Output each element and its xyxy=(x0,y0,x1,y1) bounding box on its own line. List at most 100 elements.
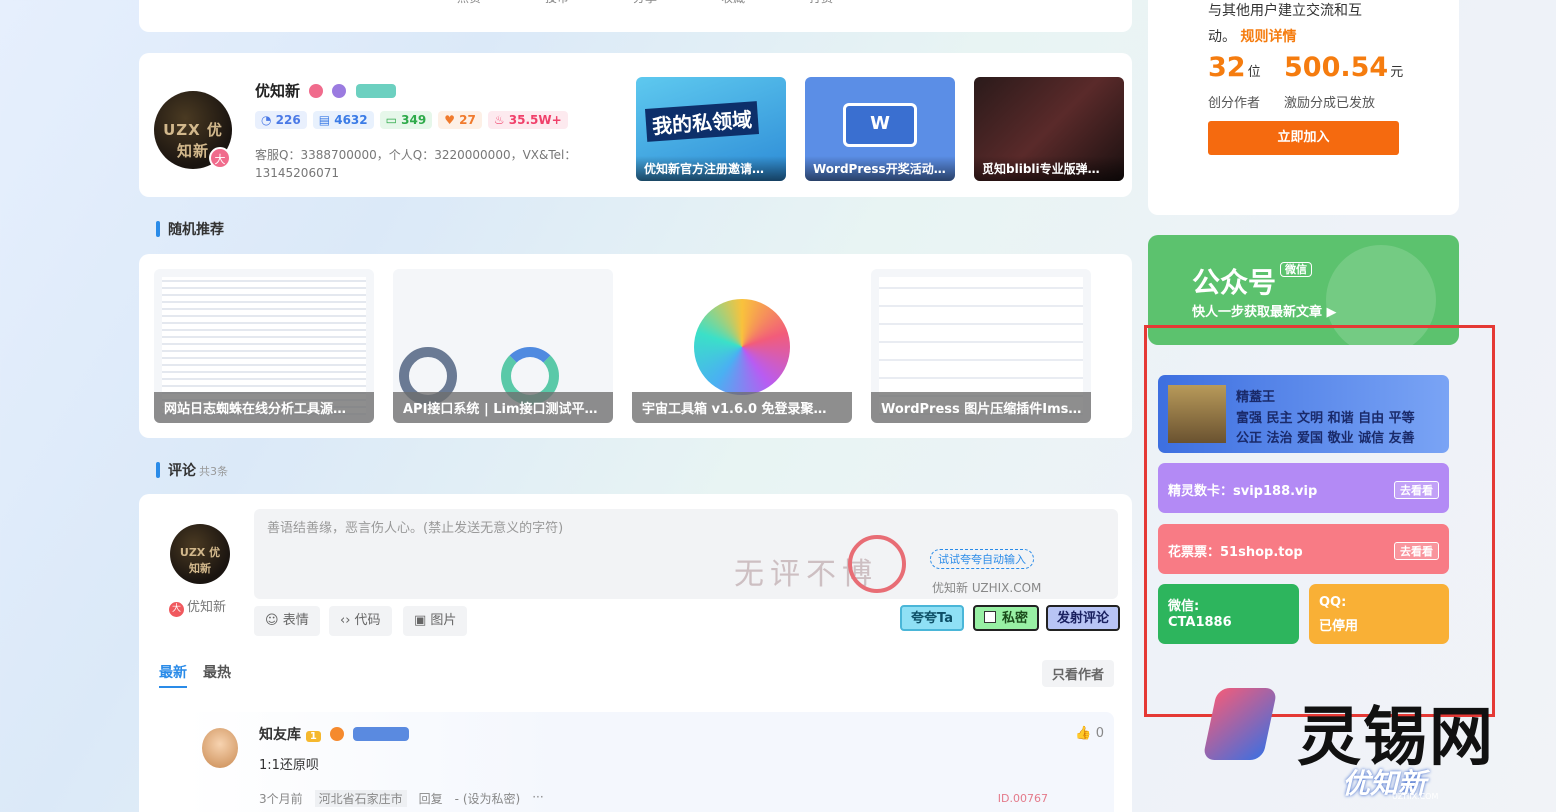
wechat-title: 公众号 微信 xyxy=(1192,261,1313,301)
post-headline: 我的私领域 xyxy=(644,101,760,142)
random-item-title: 网站日志蜘蛛在线分析工具源… xyxy=(154,392,374,423)
random-section-title: 随机推荐 xyxy=(156,219,224,239)
image-button[interactable]: ▣ 图片 xyxy=(403,606,468,636)
code-button[interactable]: ‹› 代码 xyxy=(329,606,392,636)
praise-button[interactable]: 夸夸Ta xyxy=(900,605,964,631)
site-watermark: 优知新 UZHIX.COM xyxy=(932,581,1042,595)
comments-count: 共3条 xyxy=(199,465,228,478)
like-button[interactable]: 点赞 xyxy=(457,0,481,6)
brand-logo-icon xyxy=(1202,688,1278,760)
stat-value: 27 xyxy=(459,113,476,127)
comment-time: 3个月前 xyxy=(259,792,303,806)
top-action-card: 点赞 投币 分享 收藏 打赏 xyxy=(139,0,1132,32)
comment-card: UZX 优知新 大优知新 善语结善缘，恶言伤人心。(禁止发送无意义的字符) 无评… xyxy=(139,494,1132,812)
random-item-title: 宇宙工具箱 v1.6.0 免登录聚… xyxy=(632,392,852,423)
comment-user[interactable]: 知友库 1 xyxy=(259,724,409,744)
author-post-3[interactable]: 觅知blibli专业版弹… xyxy=(974,77,1124,181)
commenter-name: 大优知新 xyxy=(169,596,226,617)
highlight-frame xyxy=(1144,325,1495,717)
medal-icon xyxy=(329,727,344,741)
post-title: WordPress开奖活动… xyxy=(805,156,955,181)
share-button[interactable]: 分享 xyxy=(633,0,657,6)
author-card: UZX 优知新 大 优知新 ◔ 226 ▤ 4632 ▭ 349 ♥ 27 ♨ … xyxy=(139,53,1132,197)
author-post-1[interactable]: 我的私领域 优知新官方注册邀请… xyxy=(636,77,786,181)
title-badge-icon xyxy=(352,727,409,741)
checkbox-icon xyxy=(984,611,996,623)
join-button[interactable]: 立即加入 xyxy=(1208,121,1399,155)
emoji-button[interactable]: ☺ 表情 xyxy=(254,606,320,636)
stat-value: 349 xyxy=(401,113,427,127)
random-item-title: WordPress 图片压缩插件Ims… xyxy=(871,392,1091,423)
random-item-3[interactable]: 宇宙工具箱 v1.6.0 免登录聚… xyxy=(632,269,852,423)
only-author-button[interactable]: 只看作者 xyxy=(1042,660,1115,687)
reply-button[interactable]: 回复 xyxy=(419,790,443,807)
authors-count-value: 32 xyxy=(1208,52,1246,83)
comment-tabs: 最新 最热 xyxy=(159,662,231,688)
commenter-avatar: UZX 优知新 xyxy=(170,524,230,584)
commenter-name-text: 优知新 xyxy=(187,600,227,615)
wechat-tag: 微信 xyxy=(1280,262,1313,277)
comment-input[interactable]: 善语结善缘，恶言伤人心。(禁止发送无意义的字符) 无评不博 试试夸夸自动输入 优… xyxy=(254,509,1118,599)
author-name[interactable]: 优知新 xyxy=(255,80,396,101)
app-logo-icon xyxy=(694,299,790,395)
favorite-button[interactable]: 收藏 xyxy=(721,0,745,6)
brand-url: UZHIX.COM xyxy=(1392,792,1439,801)
reward-value: 500.54 xyxy=(1284,52,1389,83)
comment-user-avatar[interactable] xyxy=(202,728,238,768)
comment-user-name: 知友库 xyxy=(259,727,301,743)
rules-link[interactable]: 规则详情 xyxy=(1240,29,1296,45)
tip-button[interactable]: 打赏 xyxy=(809,0,833,6)
author-name-text: 优知新 xyxy=(255,82,301,100)
like-button[interactable]: 👍 0 xyxy=(1075,726,1104,741)
submit-comment-button[interactable]: 发射评论 xyxy=(1046,605,1121,631)
wechat-subtitle: 快人一步获取最新文章 ▶ xyxy=(1192,305,1337,320)
tab-latest[interactable]: 最新 xyxy=(159,662,187,688)
code-label: 代码 xyxy=(354,613,381,628)
level-badge: 大 xyxy=(209,147,231,169)
comments-title-text: 评论 xyxy=(168,463,196,479)
stat-hot[interactable]: ♨ 35.5W+ xyxy=(487,111,568,129)
more-icon[interactable]: ··· xyxy=(532,790,543,807)
comment-item: 知友库 1 1:1还原呗 3个月前 河北省石家庄市 回复 - (设为私密) ··… xyxy=(184,712,1114,812)
stat-value: 226 xyxy=(275,113,301,127)
reward-amount: 500.54 元 xyxy=(1284,52,1403,83)
set-private-button[interactable]: - (设为私密) xyxy=(455,790,521,807)
title-badge-icon xyxy=(355,84,396,98)
private-toggle[interactable]: 私密 xyxy=(973,605,1040,631)
emoji-label: 表情 xyxy=(282,613,309,628)
medal-icon xyxy=(332,84,347,98)
comments-section-title: 评论 共3条 xyxy=(156,460,228,480)
reward-label: 激励分成已发放 xyxy=(1284,96,1376,111)
wordpress-logo-icon: W xyxy=(843,103,917,147)
comment-placeholder: 善语结善缘，恶言伤人心。(禁止发送无意义的字符) xyxy=(267,521,564,536)
random-item-title: API接口系统 | Lim接口测试平… xyxy=(393,392,613,423)
stat-comments[interactable]: ▭ 349 xyxy=(379,111,433,129)
stamp-circle-icon xyxy=(848,535,906,593)
random-item-2[interactable]: API接口系统 | Lim接口测试平… xyxy=(393,269,613,423)
comment-id: ID.00767 xyxy=(997,792,1048,805)
comment-meta: 3个月前 河北省石家庄市 回复 - (设为私密) ··· xyxy=(259,790,544,807)
intro-text: 动。 xyxy=(1208,29,1236,45)
praise-tip-bubble: 试试夸夸自动输入 xyxy=(930,549,1034,569)
author-stats: ◔ 226 ▤ 4632 ▭ 349 ♥ 27 ♨ 35.5W+ xyxy=(255,111,568,129)
stat-likes[interactable]: ♥ 27 xyxy=(438,111,482,129)
post-title: 觅知blibli专业版弹… xyxy=(974,156,1124,181)
random-item-4[interactable]: WordPress 图片压缩插件Ims… xyxy=(871,269,1091,423)
wechat-title-text: 公众号 xyxy=(1192,266,1277,299)
random-item-1[interactable]: 网站日志蜘蛛在线分析工具源… xyxy=(154,269,374,423)
private-label: 私密 xyxy=(1002,611,1029,626)
coin-button[interactable]: 投币 xyxy=(545,0,569,6)
vip-badge-icon xyxy=(309,84,324,98)
avatar-logo-text: UZX 优知新 xyxy=(179,546,221,575)
stat-chat[interactable]: ◔ 226 xyxy=(255,111,307,129)
author-post-2[interactable]: W WordPress开奖活动… xyxy=(805,77,955,181)
stat-value: 4632 xyxy=(334,113,368,127)
image-label: 图片 xyxy=(430,613,457,628)
comment-text: 1:1还原呗 xyxy=(259,758,319,773)
random-card: 网站日志蜘蛛在线分析工具源… API接口系统 | Lim接口测试平… 宇宙工具箱… xyxy=(139,254,1132,438)
authors-unit: 位 xyxy=(1247,65,1261,80)
user-badge: 大 xyxy=(169,602,184,617)
stat-posts[interactable]: ▤ 4632 xyxy=(312,111,374,129)
authors-count: 32 位 xyxy=(1208,52,1261,83)
tab-hottest[interactable]: 最热 xyxy=(203,662,231,688)
